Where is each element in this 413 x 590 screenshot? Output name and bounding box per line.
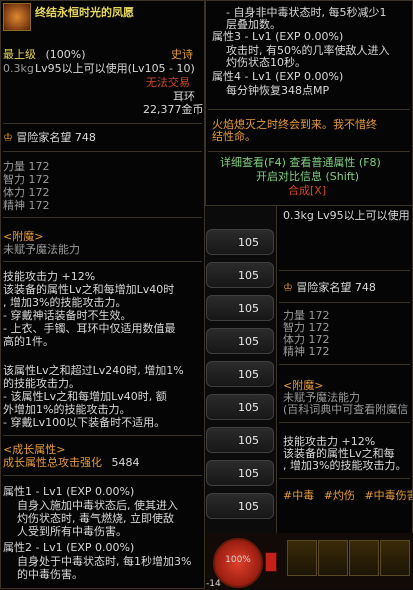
desc-line: 外增加1%的技能攻击力。 <box>3 403 131 416</box>
item-icon <box>3 3 31 31</box>
enchant-value: 未赋予魔法能力 <box>3 243 80 256</box>
slot-type: 耳环 <box>173 90 195 103</box>
desc-line: - 穿戴Lv100以下装备时不适用。 <box>3 416 166 429</box>
enchant-header: <附魔> <box>3 230 44 243</box>
row-button[interactable]: 105 <box>206 493 274 519</box>
stat-line: 体力 172 <box>3 186 50 199</box>
detail-view-hint[interactable]: 详细查看(F4) 查看普通属性 (F8) <box>220 157 381 169</box>
weight-req: 0.3kg <box>3 62 34 75</box>
skill-slot[interactable] <box>349 540 379 576</box>
compare-hint[interactable]: 开启对比信息 (Shift) <box>256 171 359 183</box>
stat-line: 力量 172 <box>3 160 50 173</box>
desc-line: 该装备的属性Lv之和每增加Lv40时 <box>3 283 175 296</box>
desc-line: 该属性Lv之和超过Lv240时, 增加1% <box>3 364 184 377</box>
tag-poison-dmg[interactable]: #中毒伤害 <box>364 489 412 502</box>
stat-line: 智力 172 <box>3 173 50 186</box>
grade-label: 最上级 (100%) <box>3 48 86 61</box>
attr2-desc: 自身处于中毒状态时, 每1秒增加3% <box>17 555 192 568</box>
skill-slot[interactable] <box>287 540 317 576</box>
growth-title-row: 成长属性总攻击强化 5484 <box>3 456 140 469</box>
desc-line: 高的1件。 <box>3 335 54 348</box>
desc-line: 的技能攻击力。 <box>3 377 80 390</box>
skill-slot[interactable] <box>318 540 348 576</box>
back-tooltip: 0.3kg Lv95以上可以使用 ♔ 冒险家名望 748 力量 172 智力 1… <box>276 205 413 589</box>
back-tags: #中毒 #灼伤 #中毒伤害 <box>283 489 412 502</box>
skill-slot[interactable] <box>380 540 410 576</box>
red-gem-icon <box>265 552 277 572</box>
level-req: Lv95以上可以使用(Lv105 - 10) <box>35 62 195 75</box>
row-button[interactable]: 105 <box>206 328 274 354</box>
fame-icon: ♔ <box>283 281 293 294</box>
desc-line: - 穿戴神话装备时不生效。 <box>3 309 132 322</box>
left-tooltip: 终结永恒时光的凤愿 最上级 (100%) 史诗 0.3kg Lv95以上可以使用… <box>0 0 205 589</box>
back-skill-desc: , 增加3%的技能攻击力。 <box>283 459 407 472</box>
attr3-label: 属性3 - Lv1 (EXP 0.00%) <box>212 30 344 43</box>
tag-poison[interactable]: #中毒 <box>283 489 314 502</box>
back-stat: 精神 172 <box>283 345 330 358</box>
back-fame-label: 冒险家名望 <box>296 281 352 294</box>
row-button[interactable]: 105 <box>206 427 274 453</box>
row-button[interactable]: 105 <box>206 394 274 420</box>
hp-pct: 100% <box>225 555 251 565</box>
row-button[interactable]: 105 <box>206 295 274 321</box>
row-button[interactable]: 105 <box>206 460 274 486</box>
bottom-number: -14 <box>206 579 221 589</box>
attr1-label: 属性1 - Lv1 (EXP 0.00%) <box>3 485 135 498</box>
right-tooltip: - 自身非中毒状态时, 每5秒减少1 层叠加数。 属性3 - Lv1 (EXP … <box>205 0 413 206</box>
row-button[interactable]: 105 <box>206 262 274 288</box>
synthesis-hint[interactable]: 合成[X] <box>288 185 326 197</box>
back-fame-row: ♔ 冒险家名望 748 <box>283 282 376 294</box>
back-weight: 0.3kg <box>283 209 314 222</box>
desc-line: - 上衣、手镯、耳环中仅适用数值最 <box>3 322 176 335</box>
attr1-desc: 灼伤状态时, 毒气燃烧, 立即使敌 <box>17 512 174 525</box>
row-button[interactable]: 105 <box>206 229 274 255</box>
flavor-text: 结性命。 <box>212 130 256 143</box>
item-title: 终结永恒时光的凤愿 <box>35 6 134 19</box>
row-button[interactable]: 105 <box>206 361 274 387</box>
desc-line: - 该属性Lv之和每增加Lv40时, 额 <box>3 390 167 403</box>
stat-line: 精神 172 <box>3 199 50 212</box>
back-enchant-note: (百科词典中可查看附魔信 <box>283 403 409 416</box>
tag-burn[interactable]: #灼伤 <box>324 489 355 502</box>
attr1-desc: 人受到所有中毒伤害。 <box>17 525 127 538</box>
price: 22,377金币 <box>143 103 204 116</box>
fame-row: ♔ 冒险家名望 748 <box>3 131 96 144</box>
back-level-req: Lv95以上可以使用 <box>317 209 410 222</box>
trade-status: 无法交易 <box>146 76 190 89</box>
desc-line: , 增加3%的技能攻击力。 <box>3 296 127 309</box>
fame-icon: ♔ <box>3 131 13 144</box>
back-fame-value: 748 <box>354 281 376 294</box>
attr4-label: 属性4 - Lv1 (EXP 0.00%) <box>212 70 344 83</box>
desc-line: 技能攻击力 +12% <box>3 270 96 283</box>
attr2-desc: 的中毒伤害。 <box>17 568 83 581</box>
attr3-desc: 灼伤状态10秒。 <box>226 56 306 69</box>
growth-header: <成长属性> <box>3 443 66 456</box>
rarity-label: 史诗 <box>171 48 193 61</box>
attr4-desc: 每分钟恢复348点MP <box>226 84 330 97</box>
attr2-label: 属性2 - Lv1 (EXP 0.00%) <box>3 541 135 554</box>
attr1-desc: 自身入施加中毒状态后, 使其进入 <box>17 499 178 512</box>
